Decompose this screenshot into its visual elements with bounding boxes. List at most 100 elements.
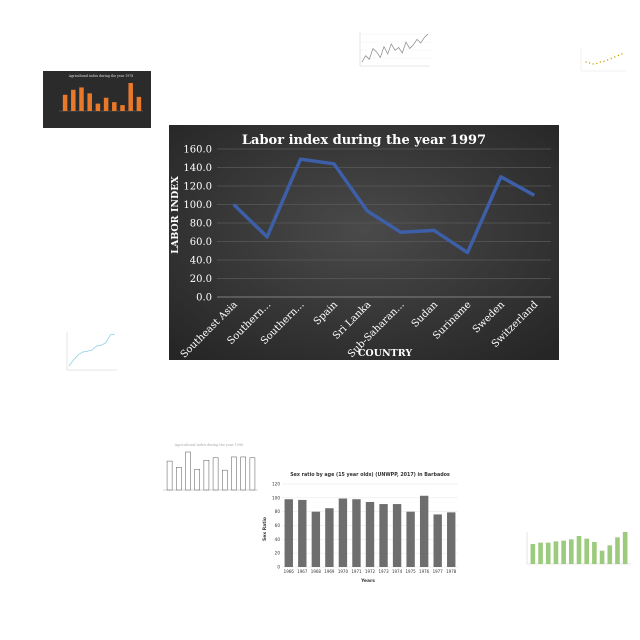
bar xyxy=(203,460,210,491)
y-tick-label: 60 xyxy=(275,523,281,528)
bar xyxy=(128,83,133,111)
bar xyxy=(419,495,429,567)
x-tick-label: 1977 xyxy=(433,569,444,574)
thumb-background xyxy=(576,44,628,76)
x-tick-label: 1974 xyxy=(392,569,403,574)
bar xyxy=(584,538,589,564)
bar xyxy=(240,456,246,491)
bar xyxy=(284,499,293,567)
bar xyxy=(561,540,566,564)
x-tick-label: 1966 xyxy=(284,569,295,574)
y-tick-label: 100 xyxy=(272,495,280,500)
bar xyxy=(185,451,191,491)
thumb-grey-line-svg xyxy=(348,24,432,77)
y-tick-label: 0 xyxy=(277,565,280,570)
bar xyxy=(622,532,628,564)
thumb-white-bars-svg: Agricultural index during the year 1996 xyxy=(149,440,261,510)
sex-ratio-chart-svg: Sex ratio by age (15 year olds) (UNWPP, … xyxy=(258,467,460,587)
bar xyxy=(576,536,582,564)
bar xyxy=(71,89,76,111)
thumb-orange-svg: Agricultural index during the year 1978 xyxy=(43,71,151,128)
thumb-title: Agricultural index during the year 1978 xyxy=(68,74,134,78)
bar xyxy=(231,456,237,491)
bar xyxy=(569,539,574,564)
y-tick-label: 0.0 xyxy=(196,293,212,304)
y-tick-label: 80 xyxy=(275,509,281,514)
data-point xyxy=(599,61,602,63)
y-tick-label: 40.0 xyxy=(190,256,212,267)
bar xyxy=(194,469,200,491)
data-point xyxy=(585,61,587,63)
sex-ratio-chart: Sex ratio by age (15 year olds) (UNWPP, … xyxy=(258,467,460,587)
bar xyxy=(298,499,307,567)
data-point xyxy=(614,56,616,58)
x-tick-label: 1971 xyxy=(351,569,362,574)
thumb-blue-svg xyxy=(57,326,121,378)
y-tick-label: 100.0 xyxy=(183,200,212,211)
x-tick-label: 1973 xyxy=(378,569,389,574)
bar xyxy=(79,87,84,111)
thumbnail-grey-line[interactable] xyxy=(348,24,432,77)
bar xyxy=(607,545,613,564)
bar xyxy=(112,102,117,111)
y-tick-label: 120.0 xyxy=(183,182,212,193)
x-axis-label: COUNTRY xyxy=(358,348,412,359)
bar xyxy=(545,542,551,564)
y-tick-label: 160.0 xyxy=(183,145,212,156)
bar xyxy=(447,512,456,567)
thumbnail-agricultural-1978[interactable]: Agricultural index during the year 1978 xyxy=(43,71,151,128)
bar xyxy=(311,511,321,567)
y-tick-label: 20.0 xyxy=(190,274,212,285)
chart-title: Labor index during the year 1997 xyxy=(242,133,486,148)
x-tick-label: 1967 xyxy=(297,569,308,574)
y-tick-label: 60.0 xyxy=(190,237,212,248)
data-point xyxy=(588,62,591,64)
bar xyxy=(136,96,142,111)
thumbnail-green-bars[interactable] xyxy=(511,514,633,582)
bar xyxy=(103,97,109,111)
chart-background xyxy=(169,125,559,360)
bar xyxy=(176,467,182,491)
data-point xyxy=(621,53,623,55)
y-axis-label: Sex Ratio xyxy=(262,517,268,541)
data-point xyxy=(617,54,620,57)
bar xyxy=(592,542,597,564)
thumb-title: Agricultural index during the year 1996 xyxy=(174,443,244,447)
bar xyxy=(87,93,92,111)
thumbnail-yellow-line[interactable] xyxy=(576,44,628,76)
data-point xyxy=(596,62,598,65)
bar xyxy=(62,94,68,111)
bar xyxy=(249,457,256,491)
thumb-background xyxy=(43,71,151,128)
y-tick-label: 20 xyxy=(275,551,281,556)
data-point xyxy=(603,60,605,63)
bar xyxy=(538,542,543,564)
x-tick-label: 1969 xyxy=(324,569,335,574)
chart-title: Sex ratio by age (15 year olds) (UNWPP, … xyxy=(290,472,450,478)
bar xyxy=(530,544,536,564)
x-tick-label: 1978 xyxy=(446,569,457,574)
x-axis-label: Years xyxy=(360,578,375,584)
bar xyxy=(166,460,173,491)
data-point xyxy=(592,63,594,65)
thumb-background xyxy=(57,326,121,378)
x-tick-label: 1970 xyxy=(338,569,349,574)
thumbnail-agricultural-1996[interactable]: Agricultural index during the year 1996 xyxy=(149,440,261,510)
y-axis-label: LABOR INDEX xyxy=(170,176,181,254)
labor-index-chart: Labor index during the year 1997 0.0 20.0… xyxy=(169,125,559,360)
data-point xyxy=(606,59,609,61)
x-tick-label: 1968 xyxy=(311,569,322,574)
bar xyxy=(120,105,125,111)
bar xyxy=(222,469,228,491)
thumb-yellow-svg xyxy=(576,44,628,76)
data-point xyxy=(610,57,612,60)
y-tick-label: 80.0 xyxy=(190,219,212,230)
x-tick-label: 1972 xyxy=(365,569,376,574)
thumb-green-svg xyxy=(511,514,633,582)
bar xyxy=(95,103,101,111)
y-tick-label: 120 xyxy=(272,482,280,487)
x-tick-label: 1975 xyxy=(406,569,417,574)
thumbnail-blue-line[interactable] xyxy=(57,326,121,378)
x-tick-label: 1976 xyxy=(419,569,430,574)
thumb-background xyxy=(348,24,432,77)
